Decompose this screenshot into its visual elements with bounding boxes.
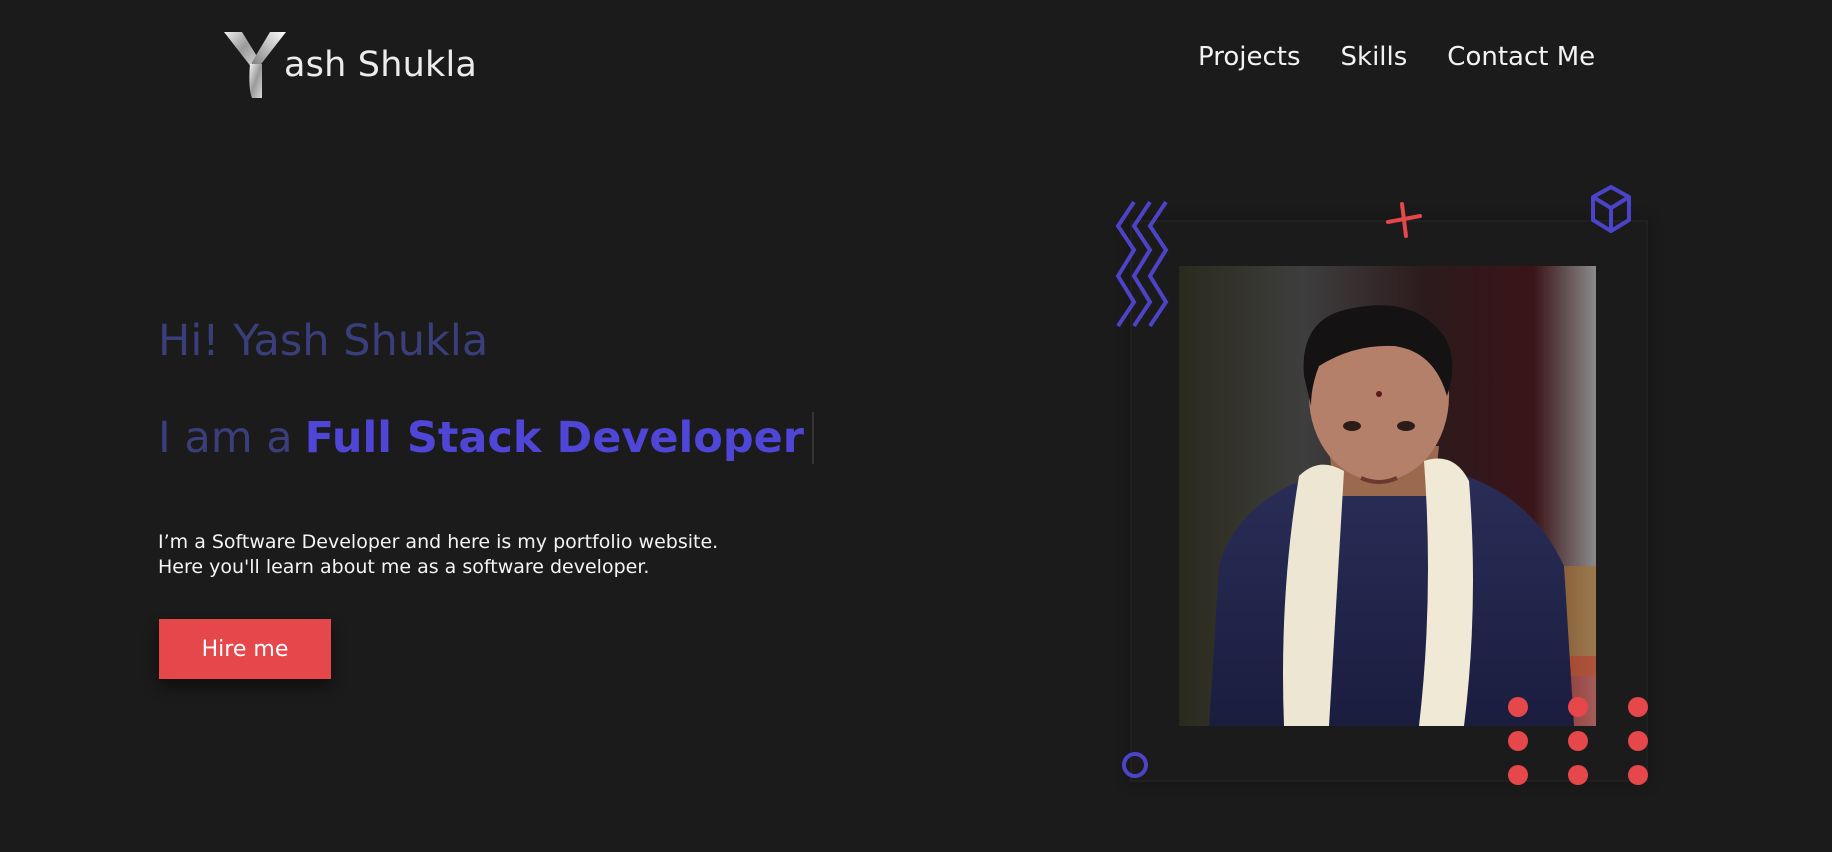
- ring-icon: [1122, 752, 1148, 778]
- logo-text: ash Shukla: [284, 45, 478, 85]
- intro-line-2: Here you'll learn about me as a software…: [158, 556, 650, 578]
- intro-line-1: I’m a Software Developer and here is my …: [158, 531, 719, 553]
- hero-greeting: Hi! Yash Shukla: [158, 316, 489, 366]
- cross-icon: [1386, 202, 1422, 238]
- site-logo[interactable]: Y ash Shukla: [222, 28, 477, 100]
- typing-caret: [811, 412, 814, 464]
- dot: [1628, 765, 1648, 785]
- dot: [1508, 765, 1528, 785]
- dot-grid: [1508, 697, 1648, 791]
- nav-contact-me[interactable]: Contact Me: [1447, 42, 1595, 72]
- nav-projects[interactable]: Projects: [1198, 42, 1301, 72]
- main-nav: Projects Skills Contact Me: [1198, 42, 1595, 72]
- nav-skills[interactable]: Skills: [1341, 42, 1408, 72]
- dot: [1628, 697, 1648, 717]
- dot: [1568, 765, 1588, 785]
- dot: [1568, 697, 1588, 717]
- logo-y-icon: Y: [224, 32, 286, 98]
- role-prefix: I am a: [158, 413, 293, 463]
- profile-photo: [1179, 266, 1596, 726]
- zigzag-lines-icon: [1115, 200, 1169, 328]
- hire-me-button[interactable]: Hire me: [159, 619, 331, 679]
- dot: [1568, 731, 1588, 751]
- portfolio-page: Y ash Shukla Projects Skills Contact Me …: [0, 0, 1832, 852]
- dot: [1508, 697, 1528, 717]
- role-highlight: Full Stack Developer: [304, 413, 804, 463]
- dot: [1508, 731, 1528, 751]
- hero-intro: I’m a Software Developer and here is my …: [158, 530, 718, 580]
- cube-icon: [1591, 185, 1631, 233]
- dot: [1628, 731, 1648, 751]
- hero-role-line: I am a Full Stack Developer: [158, 412, 814, 464]
